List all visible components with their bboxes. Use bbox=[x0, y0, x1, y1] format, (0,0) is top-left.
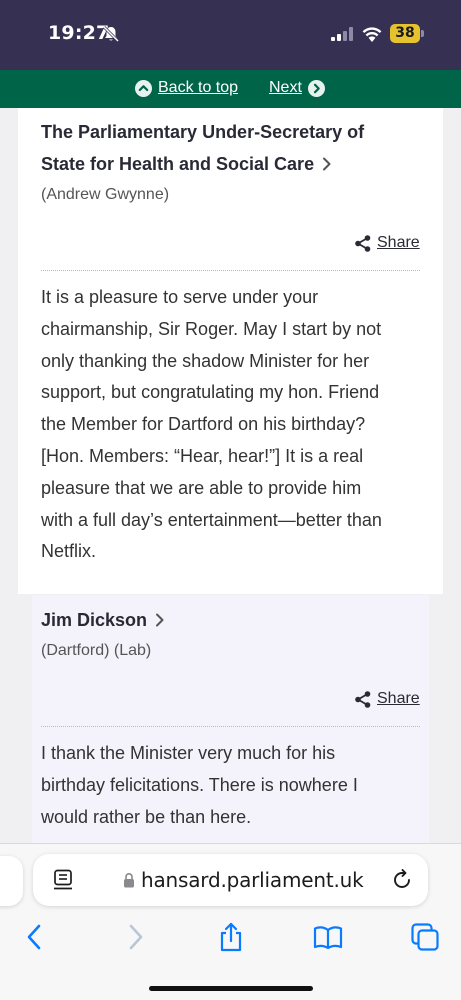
forward-icon[interactable] bbox=[120, 922, 150, 952]
status-bar: 19:27 38 bbox=[0, 0, 461, 70]
speaker-name-link[interactable]: Jim Dickson bbox=[41, 604, 411, 636]
section-nav-bar: Back to top Next bbox=[0, 70, 461, 108]
speaker-title-line2: State for Health and Social Care bbox=[41, 154, 315, 174]
speech-line: would rather be than here. bbox=[41, 806, 252, 827]
speaker-subtitle: (Dartford) (Lab) bbox=[41, 642, 152, 659]
signal-icon bbox=[331, 27, 353, 41]
back-to-top-link[interactable]: Back to top bbox=[135, 79, 238, 97]
speaker-name: Jim Dickson bbox=[41, 610, 148, 630]
url-text: hansard.parliament.uk bbox=[141, 868, 364, 892]
bell-off-icon bbox=[102, 25, 120, 43]
speech-line: chairmanship, Sir Roger. May I start by … bbox=[41, 318, 382, 339]
speech-line: support, but congratulating my hon. Frie… bbox=[41, 382, 380, 403]
speech-line: pleasure that we are able to provide him bbox=[41, 477, 362, 498]
reload-icon[interactable] bbox=[391, 869, 413, 891]
speech-line: with a full day’s entertainment—better t… bbox=[41, 509, 382, 530]
address-bar[interactable]: hansard.parliament.uk bbox=[33, 854, 428, 906]
share-icon bbox=[355, 234, 371, 252]
bookmarks-icon[interactable] bbox=[313, 922, 343, 952]
share-icon[interactable] bbox=[216, 922, 246, 952]
chevron-right-icon bbox=[323, 157, 331, 171]
divider bbox=[41, 726, 420, 727]
speaker-subtitle: (Andrew Gwynne) bbox=[41, 186, 170, 203]
speech-text: I thank the Minister very much for his b… bbox=[41, 738, 426, 833]
tabs-icon[interactable] bbox=[410, 922, 440, 952]
speech-line: Netflix. bbox=[41, 541, 97, 562]
reader-icon[interactable] bbox=[53, 869, 73, 891]
next-label: Next bbox=[269, 79, 302, 96]
speech-line: the Member for Dartford on his birthday? bbox=[41, 414, 366, 435]
battery-indicator: 38 bbox=[390, 24, 424, 43]
lock-icon bbox=[124, 873, 134, 888]
share-label: Share bbox=[377, 234, 420, 251]
status-time: 19:27 bbox=[48, 22, 110, 44]
wifi-icon bbox=[362, 27, 382, 42]
battery-cap bbox=[421, 30, 424, 37]
back-to-top-label: Back to top bbox=[158, 79, 239, 96]
speech-text: It is a pleasure to serve under your cha… bbox=[41, 282, 426, 568]
share-button[interactable]: Share bbox=[355, 234, 420, 252]
share-label: Share bbox=[377, 690, 420, 707]
share-button[interactable]: Share bbox=[355, 690, 420, 708]
share-icon bbox=[355, 690, 371, 708]
debate-content[interactable]: The Parliamentary Under-Secretary of Sta… bbox=[0, 108, 461, 843]
speech-line: only thanking the shadow Minister for he… bbox=[41, 350, 370, 371]
chevron-right-icon bbox=[156, 613, 164, 627]
arrow-right-circle-icon bbox=[307, 79, 325, 97]
speaker-title-line1: The Parliamentary Under-Secretary of bbox=[41, 122, 365, 142]
arrow-up-circle-icon bbox=[135, 79, 152, 97]
speech-line: I thank the Minister very much for his bbox=[41, 743, 336, 763]
next-link[interactable]: Next bbox=[269, 79, 325, 97]
previous-tab-peek[interactable] bbox=[0, 856, 23, 906]
speech-line: It is a pleasure to serve under your bbox=[41, 287, 319, 307]
speech-line: birthday felicitations. There is nowhere… bbox=[41, 774, 358, 795]
battery-level: 38 bbox=[390, 24, 420, 43]
browser-toolbar: hansard.parliament.uk bbox=[0, 843, 461, 1000]
speaker-name-link[interactable]: The Parliamentary Under-Secretary of Sta… bbox=[41, 116, 411, 180]
home-indicator[interactable] bbox=[149, 986, 313, 991]
back-icon[interactable] bbox=[20, 922, 50, 952]
speech-line: [Hon. Members: “Hear, hear!”] It is a re… bbox=[41, 445, 364, 466]
divider bbox=[41, 270, 420, 271]
